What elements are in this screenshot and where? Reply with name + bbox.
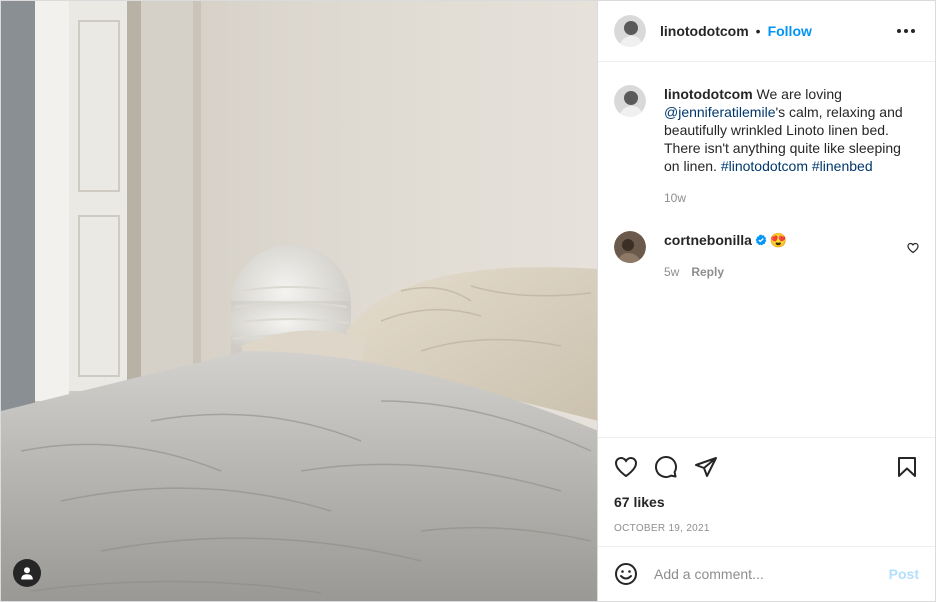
follow-button[interactable]: Follow: [768, 23, 812, 39]
comment-item: cortnebonilla 😍 5w Reply: [614, 231, 919, 281]
caption-mention[interactable]: @jenniferatilemile: [664, 104, 775, 120]
caption-time[interactable]: 10w: [664, 189, 686, 207]
more-options-icon[interactable]: [897, 29, 915, 33]
emoji-icon[interactable]: [614, 562, 638, 586]
comment-line: cortnebonilla 😍: [664, 231, 787, 249]
comment-input[interactable]: [654, 566, 889, 582]
verified-badge-icon: [755, 234, 767, 246]
heart-icon[interactable]: [614, 455, 638, 479]
hashtag-linotodotcom[interactable]: #linotodotcom: [721, 158, 808, 174]
post-header: linotodotcom • Follow: [598, 1, 935, 62]
post-detail-panel: linotodotcom • Follow linotodotcom We ar…: [598, 0, 936, 602]
bookmark-icon[interactable]: [895, 455, 919, 479]
post-actions: 67 likes October 19, 2021: [598, 437, 935, 547]
hashtag-linenbed[interactable]: #linenbed: [812, 158, 873, 174]
bedroom-photo: [1, 1, 597, 601]
post-comment-button[interactable]: Post: [889, 566, 919, 582]
post-photo[interactable]: [0, 0, 598, 602]
likes-count[interactable]: 67 likes: [614, 494, 919, 510]
add-comment-bar: Post: [598, 546, 935, 601]
separator-dot: •: [755, 23, 761, 39]
caption-text-1: We are loving: [752, 86, 842, 102]
comment-time[interactable]: 5w: [664, 263, 679, 281]
caption-text: linotodotcom We are loving @jenniferatil…: [664, 85, 919, 175]
comment-body: cortnebonilla 😍 5w Reply: [664, 231, 787, 281]
caption-meta: 10w: [664, 189, 919, 207]
commenter-avatar[interactable]: [614, 231, 646, 263]
caption-username[interactable]: linotodotcom: [664, 86, 753, 102]
post-date[interactable]: October 19, 2021: [614, 523, 919, 534]
comment-text: 😍: [769, 232, 788, 248]
comment-like-heart-icon[interactable]: [907, 242, 919, 254]
action-icons: [614, 438, 919, 492]
caption: linotodotcom We are loving @jenniferatil…: [614, 85, 919, 207]
comment-username[interactable]: cortnebonilla: [664, 231, 752, 249]
user-tag-button[interactable]: [13, 559, 41, 587]
user-tag-icon: [21, 567, 33, 580]
share-icon[interactable]: [694, 455, 718, 479]
caption-avatar[interactable]: [614, 85, 646, 117]
reply-button[interactable]: Reply: [691, 263, 724, 281]
comments-list[interactable]: linotodotcom We are loving @jenniferatil…: [598, 63, 935, 437]
comment-icon[interactable]: [654, 455, 678, 479]
comment-meta: 5w Reply: [664, 263, 787, 281]
author-avatar[interactable]: [614, 15, 646, 47]
author-username[interactable]: linotodotcom: [660, 23, 749, 39]
caption-body: linotodotcom We are loving @jenniferatil…: [664, 85, 919, 207]
